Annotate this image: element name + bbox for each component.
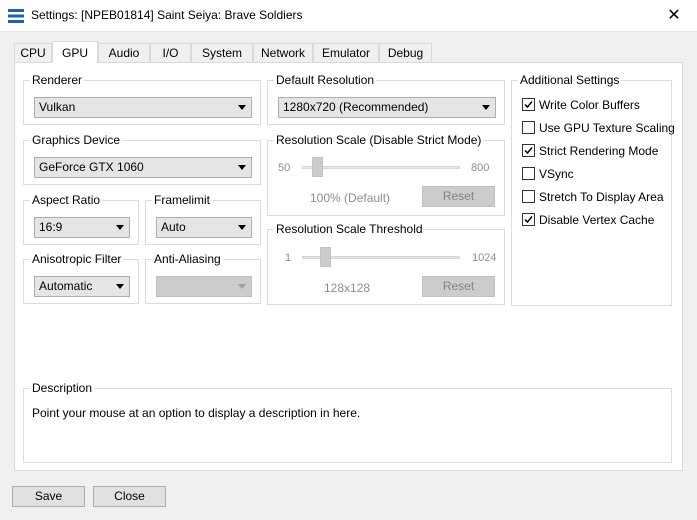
- anisotropic-filter-label: Anisotropic Filter: [30, 252, 124, 266]
- resolution-scale-reset-button[interactable]: Reset: [422, 186, 495, 207]
- chevron-down-icon: [116, 225, 124, 230]
- framelimit-label: Framelimit: [152, 193, 212, 207]
- anti-aliasing-label: Anti-Aliasing: [152, 252, 223, 266]
- anisotropic-filter-group: Anisotropic Filter Automatic: [23, 252, 139, 304]
- tab-audio[interactable]: Audio: [98, 43, 150, 62]
- framelimit-dropdown[interactable]: Auto: [156, 217, 252, 238]
- title-bar: Settings: [NPEB01814] Saint Seiya: Brave…: [0, 0, 697, 32]
- save-button[interactable]: Save: [12, 486, 85, 507]
- graphics-device-group: Graphics Device GeForce GTX 1060: [23, 133, 261, 185]
- aspect-ratio-value: 16:9: [39, 220, 63, 234]
- window-title: Settings: [NPEB01814] Saint Seiya: Brave…: [31, 8, 303, 22]
- default-resolution-value: 1280x720 (Recommended): [283, 100, 429, 114]
- chevron-down-icon: [238, 225, 246, 230]
- graphics-device-value: GeForce GTX 1060: [39, 160, 144, 174]
- aspect-ratio-label: Aspect Ratio: [30, 193, 103, 207]
- default-resolution-group: Default Resolution 1280x720 (Recommended…: [267, 73, 505, 125]
- checkbox-unchecked[interactable]: [522, 167, 535, 180]
- resolution-threshold-label: Resolution Scale Threshold: [274, 222, 425, 236]
- tab-io[interactable]: I/O: [150, 43, 191, 62]
- renderer-value: Vulkan: [39, 100, 76, 114]
- checkbox-label: VSync: [539, 167, 574, 181]
- graphics-device-dropdown[interactable]: GeForce GTX 1060: [34, 157, 252, 178]
- window-close-button[interactable]: ✕: [651, 0, 697, 31]
- chevron-down-icon: [116, 284, 124, 289]
- checkmark-icon: [524, 147, 533, 155]
- tab-gpu[interactable]: GPU: [52, 41, 98, 63]
- description-group: Description Point your mouse at an optio…: [23, 381, 672, 463]
- renderer-label: Renderer: [30, 73, 85, 87]
- checkmark-icon: [524, 216, 533, 224]
- aspect-ratio-dropdown[interactable]: 16:9: [34, 217, 130, 238]
- resolution-scale-slider-handle[interactable]: [312, 157, 323, 177]
- renderer-dropdown[interactable]: Vulkan: [34, 97, 252, 118]
- checkbox-unchecked[interactable]: [522, 190, 535, 203]
- graphics-device-label: Graphics Device: [30, 133, 123, 147]
- resolution-threshold-min: 1: [285, 252, 292, 264]
- framelimit-group: Framelimit Auto: [145, 193, 261, 245]
- chevron-down-icon: [482, 105, 490, 110]
- default-resolution-label: Default Resolution: [274, 73, 377, 87]
- checkbox-label: Stretch To Display Area: [539, 190, 664, 204]
- framelimit-value: Auto: [161, 220, 186, 234]
- resolution-scale-max: 800: [471, 162, 490, 174]
- resolution-scale-min: 50: [278, 162, 291, 174]
- tab-network[interactable]: Network: [253, 43, 313, 62]
- resolution-scale-group: Resolution Scale (Disable Strict Mode) 5…: [267, 133, 505, 216]
- resolution-threshold-reset-button[interactable]: Reset: [422, 276, 495, 297]
- resolution-threshold-max: 1024: [472, 252, 497, 264]
- chevron-down-icon: [238, 165, 246, 170]
- anti-aliasing-group: Anti-Aliasing: [145, 252, 261, 304]
- checkbox-label: Disable Vertex Cache: [539, 213, 655, 227]
- aspect-ratio-group: Aspect Ratio 16:9: [23, 193, 139, 245]
- checkbox-label: Use GPU Texture Scaling: [539, 121, 675, 135]
- checkbox-label: Write Color Buffers: [539, 98, 640, 112]
- checkbox-label: Strict Rendering Mode: [539, 144, 659, 158]
- checkbox-checked[interactable]: [522, 98, 535, 111]
- resolution-scale-slider-track[interactable]: [302, 166, 460, 169]
- anisotropic-filter-dropdown[interactable]: Automatic: [34, 276, 130, 297]
- chevron-down-icon: [238, 284, 246, 289]
- description-text: Point your mouse at an option to display…: [32, 406, 361, 420]
- anti-aliasing-dropdown[interactable]: [156, 276, 252, 297]
- checkmark-icon: [524, 101, 533, 109]
- resolution-scale-label: Resolution Scale (Disable Strict Mode): [274, 133, 484, 147]
- tab-emulator[interactable]: Emulator: [313, 43, 379, 62]
- resolution-threshold-slider-handle[interactable]: [320, 247, 331, 267]
- checkbox-checked[interactable]: [522, 213, 535, 226]
- anisotropic-filter-value: Automatic: [39, 279, 93, 293]
- resolution-threshold-current: 128x128: [324, 281, 371, 295]
- renderer-group: Renderer Vulkan: [23, 73, 261, 125]
- resolution-scale-current: 100% (Default): [310, 191, 391, 205]
- checkbox-checked[interactable]: [522, 144, 535, 157]
- default-resolution-dropdown[interactable]: 1280x720 (Recommended): [278, 97, 496, 118]
- gpu-settings-panel: Renderer Vulkan Graphics Device GeForce …: [14, 62, 683, 471]
- rpcs3-app-icon: [8, 9, 24, 23]
- checkbox-unchecked[interactable]: [522, 121, 535, 134]
- chevron-down-icon: [238, 105, 246, 110]
- description-label: Description: [30, 381, 95, 395]
- additional-settings-label: Additional Settings: [518, 73, 622, 87]
- close-button[interactable]: Close: [93, 486, 166, 507]
- tab-cpu[interactable]: CPU: [14, 43, 52, 62]
- tab-system[interactable]: System: [191, 43, 253, 62]
- tab-debug[interactable]: Debug: [379, 43, 432, 62]
- resolution-threshold-group: Resolution Scale Threshold 1 1024 128x12…: [267, 222, 505, 305]
- additional-settings-group: Additional Settings Write Color Buffers U…: [511, 73, 675, 306]
